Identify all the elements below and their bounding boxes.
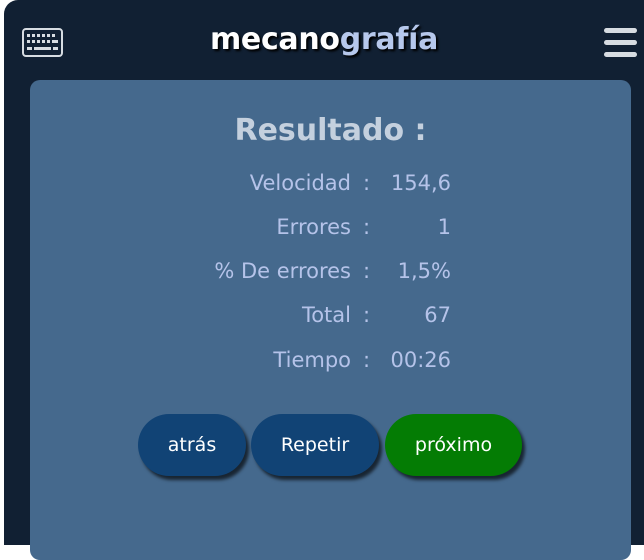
hamburger-menu-icon[interactable] <box>604 28 637 58</box>
stat-value: 1,5% <box>397 259 451 283</box>
stat-separator: : <box>363 303 371 327</box>
stat-label: Tiempo <box>273 348 351 372</box>
stat-value: 154,6 <box>390 171 451 195</box>
stat-separator: : <box>363 348 371 372</box>
stat-value: 00:26 <box>390 348 451 372</box>
stat-label: Velocidad <box>249 171 351 195</box>
stat-separator: : <box>363 171 371 195</box>
next-button[interactable]: próximo <box>385 414 522 476</box>
stat-label: % De errores <box>214 259 351 283</box>
result-card: Resultado : Velocidad : 154,6 Errores : … <box>30 80 631 560</box>
back-button[interactable]: atrás <box>138 414 246 476</box>
stat-row-time: Tiempo : 00:26 <box>30 345 631 375</box>
brand-logo[interactable]: mecanografía <box>4 18 644 62</box>
stat-row-total: Total : 67 <box>30 300 631 330</box>
stat-row-error-percent: % De errores : 1,5% <box>30 256 631 286</box>
repeat-button[interactable]: Repetir <box>251 414 379 476</box>
stat-value: 1 <box>437 215 451 239</box>
brand-part-2: grafía <box>339 22 439 57</box>
app-frame: mecanografía Resultado : Velocidad : 154… <box>4 0 644 560</box>
menu-bar-middle <box>604 40 637 45</box>
stat-row-errors: Errores : 1 <box>30 212 631 242</box>
stat-row-speed: Velocidad : 154,6 <box>30 168 631 198</box>
stat-label: Total <box>301 303 351 327</box>
stat-separator: : <box>363 259 371 283</box>
menu-bar-top <box>604 28 637 33</box>
stat-separator: : <box>363 215 371 239</box>
brand-part-1: mecano <box>209 22 340 57</box>
result-title: Resultado : <box>234 113 427 148</box>
stat-value: 67 <box>424 303 451 327</box>
stat-label: Errores <box>276 215 351 239</box>
menu-bar-bottom <box>604 52 637 57</box>
header-bar: mecanografía <box>4 0 644 82</box>
